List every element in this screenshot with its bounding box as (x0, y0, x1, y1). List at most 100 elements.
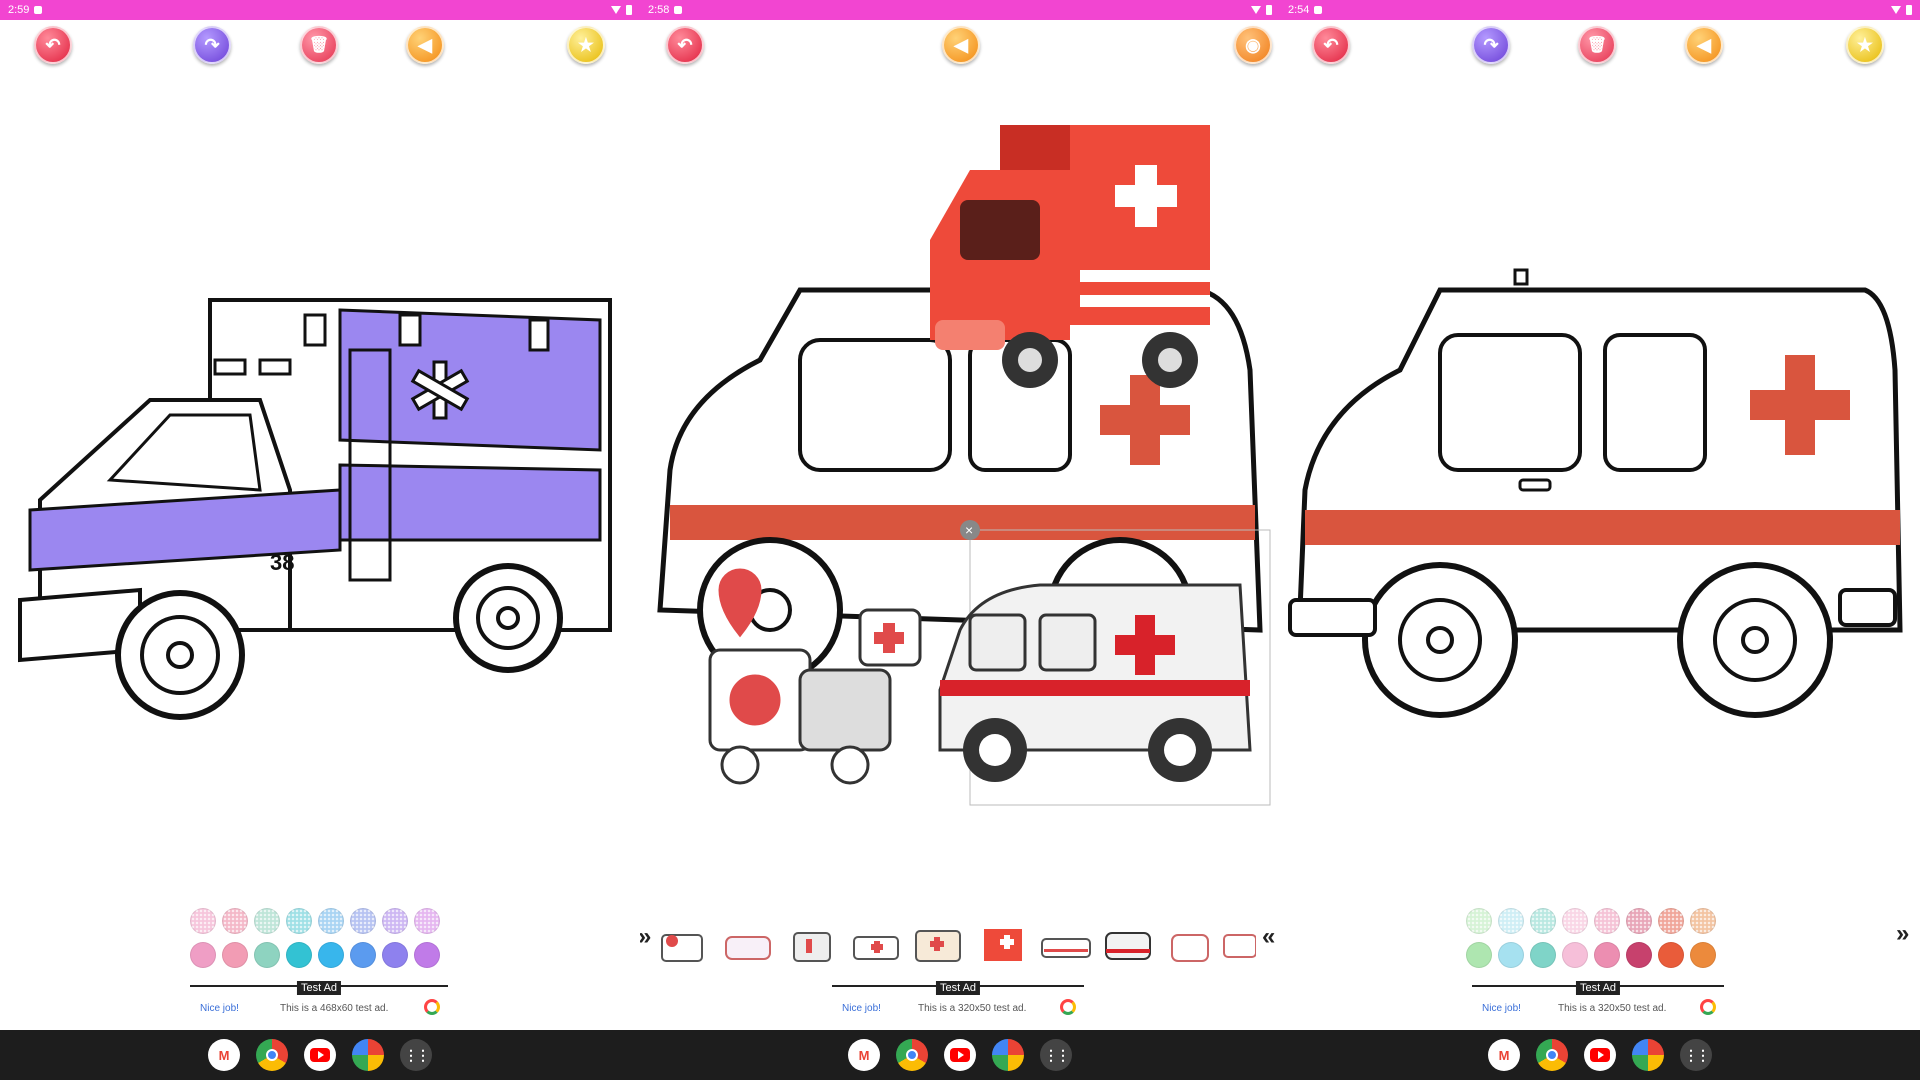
sticker-option-1[interactable] (654, 923, 710, 967)
sound-button[interactable]: ◀ (942, 26, 980, 64)
chrome-icon[interactable] (896, 1039, 928, 1071)
sound-button[interactable]: ◀ (1685, 26, 1723, 64)
color-swatch[interactable] (1690, 942, 1716, 968)
save-button[interactable]: ★ (1846, 26, 1884, 64)
sticker-option-5[interactable] (910, 923, 966, 967)
color-swatch[interactable] (382, 942, 408, 968)
drawing-canvas[interactable]: 38 (0, 70, 640, 890)
undo-button[interactable]: ↶ (1312, 26, 1350, 64)
sticker-option-4[interactable] (848, 923, 904, 967)
banner-ad[interactable]: Test Ad Nice job! This is a 468x60 test … (190, 981, 448, 1025)
color-swatch[interactable] (1658, 908, 1684, 934)
vehicle-number: 38 (270, 550, 294, 575)
sticker-strip: » « (640, 915, 1280, 975)
clear-button[interactable]: 🗑 (1578, 26, 1616, 64)
chrome-icon[interactable] (1536, 1039, 1568, 1071)
photos-icon[interactable] (992, 1039, 1024, 1071)
color-swatch[interactable] (1658, 942, 1684, 968)
color-swatch[interactable] (350, 908, 376, 934)
scroll-left-arrow[interactable]: » (640, 923, 651, 951)
color-swatch[interactable] (190, 942, 216, 968)
redo-button[interactable]: ↷ (1472, 26, 1510, 64)
ad-text: This is a 320x50 test ad. (918, 1003, 1027, 1014)
trash-icon: 🗑 (1586, 37, 1608, 54)
color-swatch[interactable] (1562, 942, 1588, 968)
color-swatch[interactable] (318, 908, 344, 934)
chrome-icon[interactable] (256, 1039, 288, 1071)
save-button[interactable]: ★ (567, 26, 605, 64)
sticker-option-9[interactable] (1162, 923, 1218, 967)
status-bar: 2:59 (0, 0, 640, 20)
color-swatch[interactable] (254, 942, 280, 968)
undo-icon: ↶ (45, 34, 61, 55)
color-swatch[interactable] (1626, 908, 1652, 934)
gmail-icon[interactable]: M (1488, 1039, 1520, 1071)
youtube-icon[interactable] (304, 1039, 336, 1071)
color-swatch[interactable] (382, 908, 408, 934)
taskbar: M ⋮⋮ (1280, 1030, 1920, 1080)
color-swatch[interactable] (1530, 908, 1556, 934)
color-swatch[interactable] (222, 942, 248, 968)
undo-icon: ↶ (677, 34, 693, 55)
youtube-icon[interactable] (1584, 1039, 1616, 1071)
sticker-option-6[interactable] (974, 923, 1030, 967)
battery-icon (1266, 5, 1272, 15)
gmail-icon[interactable]: M (848, 1039, 880, 1071)
sticker-option-2[interactable] (720, 923, 776, 967)
sound-button[interactable]: ◀ (406, 26, 444, 64)
camera-button[interactable]: ◉ (1234, 26, 1272, 64)
color-swatch[interactable] (414, 908, 440, 934)
color-swatch[interactable] (350, 942, 376, 968)
wifi-icon (1891, 6, 1901, 14)
scroll-right-arrow[interactable]: « (1262, 923, 1275, 951)
color-swatch[interactable] (1626, 942, 1652, 968)
color-swatch[interactable] (1594, 908, 1620, 934)
banner-ad[interactable]: Test Ad Nice job! This is a 320x50 test … (1472, 981, 1724, 1025)
app-drawer-icon[interactable]: ⋮⋮ (400, 1039, 432, 1071)
photos-icon[interactable] (352, 1039, 384, 1071)
color-swatch[interactable] (1562, 908, 1588, 934)
color-swatch[interactable] (1530, 942, 1556, 968)
color-swatch[interactable] (286, 908, 312, 934)
drawing-canvas[interactable]: × (640, 70, 1280, 890)
sim-icon (1314, 6, 1323, 14)
color-swatch[interactable] (1498, 908, 1524, 934)
color-swatch[interactable] (414, 942, 440, 968)
save-icon: ★ (1856, 34, 1874, 55)
color-swatch[interactable] (1594, 942, 1620, 968)
color-swatch[interactable] (318, 942, 344, 968)
undo-button[interactable]: ↶ (666, 26, 704, 64)
ad-text: This is a 320x50 test ad. (1558, 1003, 1667, 1014)
undo-icon: ↶ (1323, 34, 1339, 55)
redo-button[interactable]: ↷ (193, 26, 231, 64)
redo-icon: ↷ (204, 34, 220, 55)
youtube-icon[interactable] (944, 1039, 976, 1071)
status-time: 2:59 (8, 4, 30, 16)
sound-icon: ◀ (1697, 34, 1711, 55)
scroll-right-arrow[interactable]: » (1896, 920, 1909, 948)
color-swatch[interactable] (254, 908, 280, 934)
app-drawer-icon[interactable]: ⋮⋮ (1040, 1039, 1072, 1071)
color-swatch[interactable] (1466, 942, 1492, 968)
sound-icon: ◀ (954, 34, 968, 55)
sticker-option-8[interactable] (1100, 923, 1156, 967)
sticker-option-10[interactable] (1220, 923, 1257, 967)
app-drawer-icon[interactable]: ⋮⋮ (1680, 1039, 1712, 1071)
color-swatch[interactable] (222, 908, 248, 934)
ad-logo-icon (424, 999, 440, 1015)
color-swatch[interactable] (1498, 942, 1524, 968)
color-swatch[interactable] (1466, 908, 1492, 934)
gmail-icon[interactable]: M (208, 1039, 240, 1071)
drawing-canvas[interactable] (1280, 70, 1920, 890)
photos-icon[interactable] (1632, 1039, 1664, 1071)
sticker-option-7[interactable] (1038, 923, 1094, 967)
wifi-icon (611, 6, 621, 14)
color-swatch[interactable] (190, 908, 216, 934)
sticker-option-3[interactable] (786, 923, 842, 967)
banner-ad[interactable]: Test Ad Nice job! This is a 320x50 test … (832, 981, 1084, 1025)
color-swatch[interactable] (286, 942, 312, 968)
clear-button[interactable]: 🗑 (300, 26, 338, 64)
undo-button[interactable]: ↶ (34, 26, 72, 64)
svg-text:×: × (965, 522, 973, 538)
color-swatch[interactable] (1690, 908, 1716, 934)
